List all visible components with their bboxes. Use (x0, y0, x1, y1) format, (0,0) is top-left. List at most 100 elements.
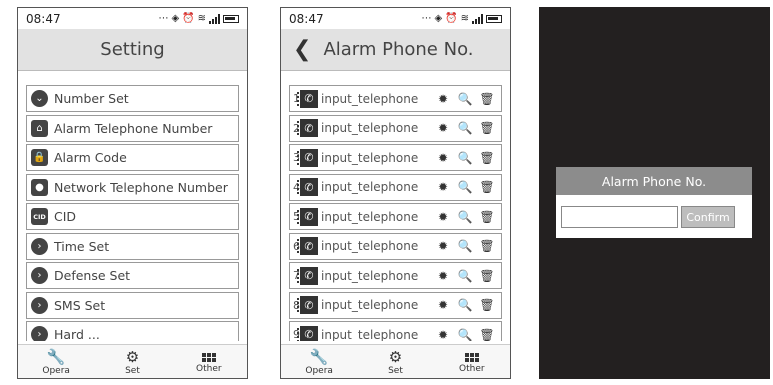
menu-item-time-set[interactable]: › Time Set (26, 232, 239, 260)
phone-row[interactable]: 9 ✆ input_telephone ✹ 🔍 🗑 (289, 321, 502, 341)
trash-icon[interactable]: 🗑 (479, 151, 495, 165)
phone-row[interactable]: 2 ✆ input_telephone ✹ 🔍 🗑 (289, 114, 502, 142)
trash-icon[interactable]: 🗑 (479, 328, 495, 342)
dots-icon: ⋯ (421, 13, 432, 24)
search-icon[interactable]: 🔍 (457, 210, 473, 224)
trash-icon[interactable]: 🗑 (479, 180, 495, 194)
trash-icon[interactable]: 🗑 (479, 121, 495, 135)
tab-bar: 🔧 Opera ⚙ Set Other (281, 344, 510, 378)
tab-bar: 🔧 Opera ⚙ Set Other (18, 344, 247, 378)
search-icon[interactable]: 🔍 (457, 298, 473, 312)
menu-item-number-set[interactable]: ⌄ Number Set (26, 85, 239, 112)
phone-book-icon: ✆ (297, 207, 318, 226)
gear-icon[interactable]: ✹ (435, 92, 451, 106)
phone-book-icon: ✆ (297, 237, 318, 255)
gear-icon[interactable]: ✹ (435, 328, 451, 342)
vibrate-icon: ◈ (434, 13, 443, 24)
phone-book-icon: ✆ (297, 89, 318, 108)
search-icon[interactable]: 🔍 (457, 328, 473, 342)
trash-icon[interactable]: 🗑 (479, 92, 495, 106)
gear-icon[interactable]: ✹ (435, 121, 451, 135)
tab-label: Other (196, 363, 222, 374)
wrench-icon: 🔧 (309, 347, 329, 366)
phone-input[interactable]: input_telephone (321, 239, 435, 253)
search-icon[interactable]: 🔍 (457, 239, 473, 253)
phone-input[interactable]: input_telephone (321, 180, 435, 194)
tab-label: Set (388, 365, 403, 376)
phone-book-icon: ✆ (297, 148, 318, 167)
lock-icon: 🔒 (31, 149, 48, 166)
battery-icon (486, 14, 502, 23)
phone-row[interactable]: 5 ✆ input_telephone ✹ 🔍 🗑 (289, 203, 502, 230)
search-icon[interactable]: 🔍 (457, 151, 473, 165)
trash-icon[interactable]: 🗑 (479, 239, 495, 253)
menu-item-cid[interactable]: CID CID (26, 203, 239, 230)
menu-item-label: CID (54, 209, 77, 224)
search-icon[interactable]: 🔍 (457, 269, 473, 283)
gear-icon[interactable]: ✹ (435, 210, 451, 224)
gear-icon: ⚙ (388, 347, 403, 366)
tab-other[interactable]: Other (179, 350, 239, 374)
phone-row[interactable]: 8 ✆ input_telephone ✹ 🔍 🗑 (289, 291, 502, 319)
trash-icon[interactable]: 🗑 (479, 269, 495, 283)
phone-row[interactable]: 3 ✆ input_telephone ✹ 🔍 🗑 (289, 144, 502, 171)
phone-input[interactable]: input_telephone (321, 121, 435, 135)
menu-item-label: Time Set (54, 238, 110, 254)
gear-icon[interactable]: ✹ (435, 180, 451, 194)
back-arrow-icon[interactable]: ❮ (293, 37, 311, 62)
phone-list[interactable]: 1 ✆ input_telephone ✹ 🔍 🗑 2 ✆ input_tele… (289, 85, 502, 341)
setting-screen: 08:47 ⋯ ◈ ⏰ ≋ Setting ⌄ Number Set ⌂ Ala… (17, 7, 248, 379)
phone-book-icon: ✆ (297, 296, 318, 314)
tab-opera[interactable]: 🔧 Opera (289, 348, 349, 376)
alarm-phone-dialog: Alarm Phone No. Confirm (556, 167, 752, 238)
phone-input[interactable]: input_telephone (321, 92, 435, 106)
menu-item-label: SMS Set (54, 297, 106, 313)
tab-other[interactable]: Other (442, 350, 502, 374)
gear-icon: ⚙ (125, 347, 140, 366)
confirm-button[interactable]: Confirm (681, 206, 735, 228)
menu-item-hard[interactable]: › Hard ... (26, 321, 239, 341)
phone-row[interactable]: 1 ✆ input_telephone ✹ 🔍 🗑 (289, 85, 502, 112)
status-icons: ⋯ ◈ ⏰ ≋ (421, 13, 502, 24)
trash-icon[interactable]: 🗑 (479, 210, 495, 224)
gear-icon[interactable]: ✹ (435, 269, 451, 283)
phone-row[interactable]: 4 ✆ input_telephone ✹ 🔍 🗑 (289, 173, 502, 201)
phone-book-icon: ✆ (297, 325, 318, 341)
battery-icon (223, 14, 239, 23)
search-icon[interactable]: 🔍 (457, 180, 473, 194)
menu-item-alarm-code[interactable]: 🔒 Alarm Code (26, 144, 239, 171)
gear-icon[interactable]: ✹ (435, 239, 451, 253)
setting-list[interactable]: ⌄ Number Set ⌂ Alarm Telephone Number 🔒 … (26, 85, 239, 341)
gear-icon[interactable]: ✹ (435, 151, 451, 165)
tab-set[interactable]: ⚙ Set (365, 348, 425, 376)
phone-input[interactable]: input_telephone (321, 269, 435, 283)
status-icons: ⋯ ◈ ⏰ ≋ (158, 13, 239, 24)
phone-input[interactable]: input_telephone (321, 210, 435, 224)
wrench-icon: 🔧 (46, 347, 66, 366)
phone-row[interactable]: 6 ✆ input_telephone ✹ 🔍 🗑 (289, 232, 502, 260)
search-icon[interactable]: 🔍 (457, 92, 473, 106)
trash-icon[interactable]: 🗑 (479, 298, 495, 312)
menu-item-sms-set[interactable]: › SMS Set (26, 291, 239, 319)
gear-icon[interactable]: ✹ (435, 298, 451, 312)
status-time: 08:47 (26, 11, 61, 26)
phone-input[interactable]: input_telephone (321, 328, 435, 342)
phone-input[interactable]: input_telephone (321, 151, 435, 165)
chevron-right-icon: › (31, 326, 48, 341)
menu-item-network-telephone-number[interactable]: ● Network Telephone Number (26, 173, 239, 201)
tab-set[interactable]: ⚙ Set (102, 348, 162, 376)
phone-book-icon: ✆ (297, 119, 318, 137)
phone-number-input[interactable] (561, 206, 678, 228)
chevron-right-icon: › (31, 267, 48, 284)
tab-opera[interactable]: 🔧 Opera (26, 348, 86, 376)
tab-label: Set (125, 365, 140, 376)
menu-item-defense-set[interactable]: › Defense Set (26, 262, 239, 289)
page-title: Setting (18, 29, 247, 71)
menu-item-label: Number Set (54, 91, 129, 106)
menu-item-alarm-telephone-number[interactable]: ⌂ Alarm Telephone Number (26, 114, 239, 142)
phone-input[interactable]: input_telephone (321, 298, 435, 312)
menu-item-label: Hard ... (54, 327, 100, 341)
wifi-icon: ≋ (460, 13, 469, 24)
phone-row[interactable]: 7 ✆ input_telephone ✹ 🔍 🗑 (289, 262, 502, 289)
search-icon[interactable]: 🔍 (457, 121, 473, 135)
